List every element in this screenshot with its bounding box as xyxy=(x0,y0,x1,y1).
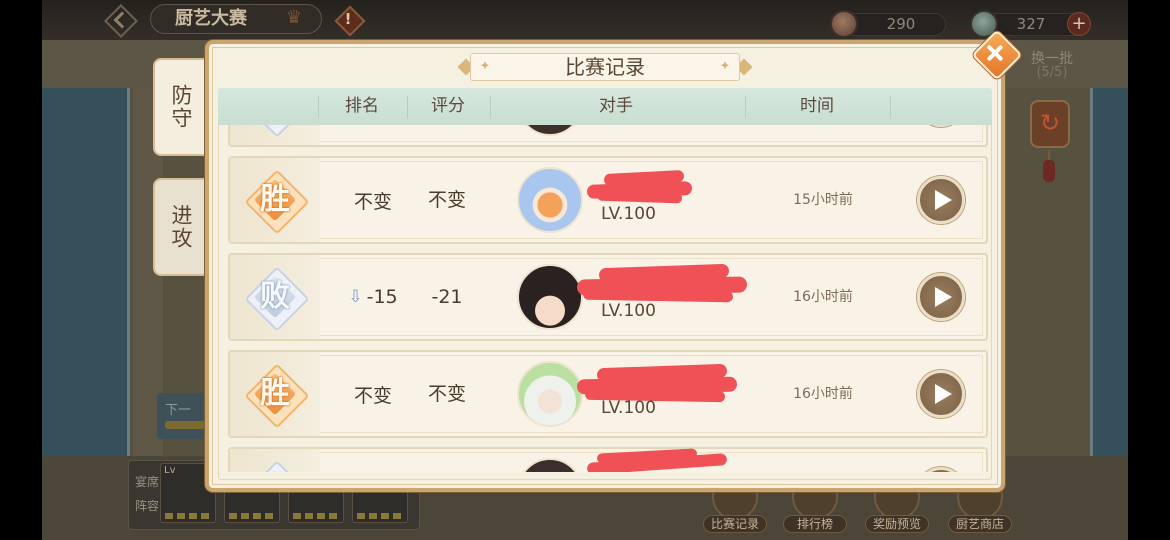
opponent-avatar[interactable] xyxy=(517,458,583,472)
tab-defense[interactable]: 防守 xyxy=(153,58,211,156)
table-header: 排名 评分 对手 时间 xyxy=(218,88,992,125)
result-badge: 败 xyxy=(246,268,304,326)
record-row xyxy=(228,447,988,472)
column-divider xyxy=(318,96,319,118)
lantern-icon xyxy=(1043,150,1055,186)
column-divider xyxy=(890,96,891,118)
coin-icon xyxy=(830,10,858,38)
opponent-avatar[interactable] xyxy=(517,264,583,330)
lineup-label: 宴席阵容 xyxy=(135,475,160,513)
page-title: 厨艺大赛 xyxy=(175,8,247,29)
result-label: 胜 xyxy=(260,376,290,411)
result-label xyxy=(246,125,304,132)
record-row: 胜 不变 不变 LV.100 16小时前 xyxy=(228,350,988,438)
refresh-icon[interactable] xyxy=(1030,100,1070,148)
record-list[interactable]: 胜 不变 不变 LV.100 15小时前 败 ⇩ -15 -21 LV.100 … xyxy=(218,125,992,472)
result-cell: 败 xyxy=(230,255,320,339)
redacted-name xyxy=(576,263,749,306)
opponent-avatar[interactable] xyxy=(517,167,583,233)
play-icon xyxy=(935,384,952,404)
coin-amount: 290 xyxy=(886,15,916,33)
result-badge: 胜 xyxy=(246,171,304,229)
match-time: 16小时前 xyxy=(793,289,853,305)
result-badge: 胜 xyxy=(246,365,304,423)
replay-button[interactable] xyxy=(917,370,965,418)
opponent-avatar[interactable] xyxy=(517,125,583,136)
opponent-avatar[interactable] xyxy=(517,361,583,427)
score-change: 不变 xyxy=(427,383,466,405)
match-time: 15小时前 xyxy=(793,192,853,208)
nav-label: 奖励预览 xyxy=(865,515,929,533)
result-cell xyxy=(230,449,320,472)
left-panel xyxy=(42,88,130,458)
tab-attack[interactable]: 进攻 xyxy=(153,178,211,276)
replay-button[interactable] xyxy=(917,176,965,224)
sparkle-icon xyxy=(717,55,733,79)
column-rank: 排名 xyxy=(345,96,379,116)
result-label: 败 xyxy=(260,279,290,314)
redacted-name xyxy=(586,448,729,472)
record-row: 败 -15 -21 LV.100 16小时前 xyxy=(228,253,988,341)
replay-button[interactable] xyxy=(917,125,965,127)
record-row: 胜 不变 不变 LV.100 15小时前 xyxy=(228,156,988,244)
opponent-level: LV.100 xyxy=(601,301,656,321)
refresh-count: (5/5) xyxy=(1036,65,1068,80)
result-cell xyxy=(230,125,320,145)
crown-icon[interactable] xyxy=(283,6,305,30)
rank-change-value: 不变 xyxy=(353,384,392,407)
column-score: 评分 xyxy=(431,96,465,116)
card-level-badge: Lv xyxy=(164,465,176,476)
alert-icon[interactable] xyxy=(334,5,362,33)
back-arrow-icon xyxy=(104,4,134,34)
nav-label: 排行榜 xyxy=(783,515,847,533)
gem-amount: 327 xyxy=(1016,15,1046,33)
result-cell: 胜 xyxy=(230,158,320,242)
match-record-dialog: 比赛记录 排名 评分 对手 时间 胜 xyxy=(205,40,1005,492)
rank-change: 不变 xyxy=(333,352,413,436)
side-button-bar xyxy=(165,421,209,429)
right-panel xyxy=(1090,88,1128,458)
replay-button[interactable] xyxy=(917,273,965,321)
opponent-level: LV.100 xyxy=(601,398,656,418)
result-badge xyxy=(246,125,304,132)
play-icon xyxy=(935,190,952,210)
rank-change-value: 不变 xyxy=(353,190,392,213)
add-currency-button[interactable] xyxy=(1067,12,1091,36)
tab-label: 防守 xyxy=(169,84,193,130)
play-icon xyxy=(935,287,952,307)
back-button[interactable] xyxy=(104,4,134,34)
score-change: -21 xyxy=(431,286,463,308)
result-label xyxy=(246,462,304,472)
column-time: 时间 xyxy=(800,96,834,116)
replay-button[interactable] xyxy=(917,467,965,472)
column-opponent: 对手 xyxy=(599,96,633,116)
score-change: 不变 xyxy=(427,189,466,211)
column-divider xyxy=(490,96,491,118)
rank-change: 不变 xyxy=(333,158,413,242)
record-row xyxy=(228,125,988,147)
nav-label: 比赛记录 xyxy=(703,515,767,533)
dialog-title: 比赛记录 xyxy=(565,55,645,79)
dialog-title-banner: 比赛记录 xyxy=(470,53,740,81)
column-divider xyxy=(745,96,746,118)
rank-change-value: -15 xyxy=(366,286,398,308)
result-badge xyxy=(246,462,304,472)
tab-label: 进攻 xyxy=(169,204,193,250)
match-time: 16小时前 xyxy=(793,386,853,402)
result-label: 胜 xyxy=(260,182,290,217)
result-cell: 胜 xyxy=(230,352,320,436)
sparkle-icon xyxy=(477,55,493,79)
close-button[interactable] xyxy=(975,33,1015,73)
close-icon xyxy=(975,33,1015,73)
rank-down-icon xyxy=(348,287,362,307)
opponent-level: LV.100 xyxy=(601,204,656,224)
nav-label: 厨艺商店 xyxy=(948,515,1012,533)
side-button-label: 下一 xyxy=(165,403,192,418)
rank-change: -15 xyxy=(333,255,413,339)
